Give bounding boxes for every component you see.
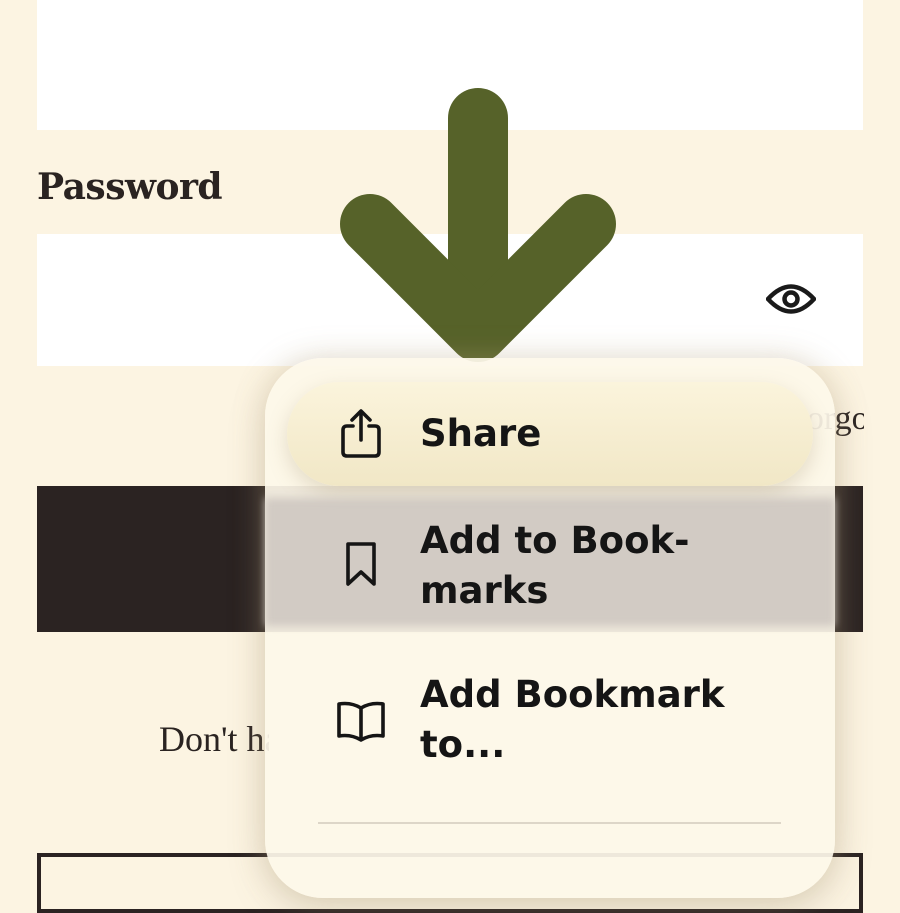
show-password-eye-icon[interactable]	[766, 280, 816, 318]
menu-item-share[interactable]: Share	[265, 382, 835, 486]
menu-divider	[318, 822, 781, 824]
menu-item-label: Share	[420, 412, 542, 455]
menu-item-label: Add Bookmark to...	[420, 673, 725, 766]
bookmark-icon	[333, 540, 389, 588]
context-menu: Share Add to Book- marks Add Bookmark to…	[265, 358, 835, 898]
share-icon	[333, 408, 389, 460]
email-input[interactable]	[37, 0, 863, 130]
password-label: Password	[37, 166, 223, 208]
signup-prompt: Don't have an account?	[159, 719, 269, 759]
menu-item-add-to-bookmarks[interactable]: Add to Book- marks	[265, 498, 835, 626]
password-input[interactable]	[37, 234, 863, 366]
book-icon	[333, 700, 389, 742]
menu-item-label: Add to Book- marks	[420, 519, 690, 612]
menu-item-add-bookmark-to[interactable]: Add Bookmark to...	[265, 670, 835, 774]
